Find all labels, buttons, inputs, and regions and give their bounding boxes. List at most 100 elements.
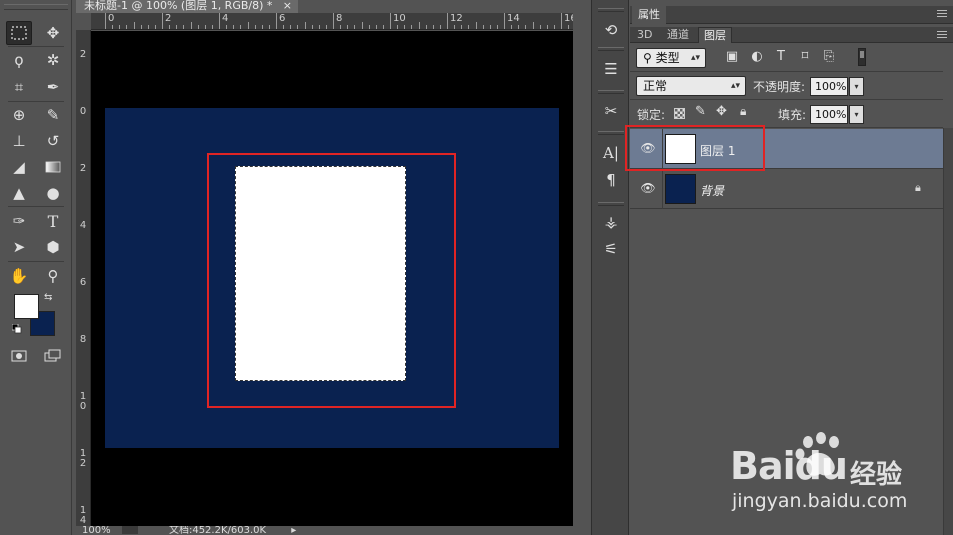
filter-type-layers-icon[interactable]: T (773, 50, 789, 64)
search-icon: ⚲ (643, 51, 652, 65)
panel-icon-dock: ⟲ ☰ ✂ A| ¶ ⚶ ⚟ (591, 0, 629, 535)
ruler-minor-tick (197, 25, 199, 29)
crop-icon: ⌗ (14, 78, 24, 96)
close-tab-icon[interactable]: × (283, 0, 292, 12)
opacity-input[interactable]: 100% (810, 77, 848, 96)
status-menu-arrow-icon[interactable]: ▸ (291, 526, 296, 535)
ruler-minor-tick (375, 25, 377, 29)
magic-wand-tool[interactable]: ✲ (40, 48, 66, 72)
dodge-tool[interactable]: ● (40, 181, 66, 205)
ruler-left-label: 6 (79, 277, 87, 288)
filter-shape-layers-icon[interactable]: ⌑ (797, 50, 813, 64)
zoom-level[interactable]: 100% (82, 526, 111, 535)
ruler-top-label: 2 (165, 13, 172, 24)
swap-colors-icon[interactable]: ⇆ (44, 292, 52, 303)
filter-smart-objects-icon[interactable]: ⎘ (821, 50, 837, 64)
rectangular-marquee-tool[interactable] (6, 21, 32, 45)
ruler-minor-tick (119, 25, 121, 29)
scissors-icon: ✂ (604, 102, 618, 120)
tab-channels[interactable]: 通道 (662, 27, 694, 43)
lock-image-pixels-icon[interactable]: ✎ (695, 104, 706, 119)
pen-tool[interactable]: ✑ (6, 209, 32, 233)
ruler-minor-tick (169, 25, 171, 29)
eraser-tool[interactable]: ◢ (6, 155, 32, 179)
paragraph-panel-button[interactable]: ¶ (600, 169, 622, 191)
layer-filter-value: 类型 (655, 51, 680, 65)
blur-tool[interactable]: ▲ (6, 181, 32, 205)
fill-label: 填充: (778, 108, 807, 122)
crop-tool[interactable]: ⌗ (6, 75, 32, 99)
move-tool[interactable]: ✥ (40, 21, 66, 45)
lasso-tool[interactable]: ϙ (6, 48, 32, 72)
ruler-minor-tick (133, 22, 135, 29)
lock-icon: 🔒︎ (915, 181, 921, 194)
screen-mode-button[interactable] (40, 344, 66, 368)
filter-toggle-switch[interactable] (858, 48, 866, 66)
ruler-top-label: 0 (108, 13, 115, 24)
vertical-ruler: 2 0 2 4 6 8 1 0 1 2 1 4 (76, 30, 91, 530)
ruler-minor-tick (546, 25, 548, 29)
layer-row-background[interactable]: 👁︎ 背景 🔒︎ (630, 169, 943, 209)
brush-panel-button[interactable]: ⚟ (600, 238, 622, 260)
ruler-left-label: 1 0 (79, 391, 87, 412)
lock-transparent-pixels-icon[interactable] (674, 108, 685, 119)
ruler-minor-tick (354, 25, 356, 29)
healing-brush-tool[interactable]: ⊕ (6, 103, 32, 127)
zoom-tool[interactable]: ⚲ (40, 264, 66, 288)
brush-presets-panel-button[interactable]: ⚶ (600, 211, 622, 233)
document-tab[interactable]: 未标题-1 @ 100% (图层 1, RGB/8) * × (76, 0, 298, 13)
type-tool[interactable]: T (40, 209, 66, 233)
fill-dropdown-arrow-icon[interactable]: ▾ (849, 105, 864, 124)
ruler-minor-tick (233, 25, 235, 29)
properties-menu-icon[interactable] (937, 10, 947, 17)
tab-properties[interactable]: 属性 (632, 6, 666, 24)
watermark-brand: Baidu (730, 444, 848, 488)
tool-presets-panel-button[interactable]: ✂ (600, 100, 622, 122)
ruler-minor-tick (482, 25, 484, 29)
background-layer-name[interactable]: 背景 (700, 182, 724, 199)
filter-pixel-layers-icon[interactable]: ▣ (724, 50, 740, 64)
path-selection-tool[interactable]: ➤ (6, 235, 32, 259)
history-brush-tool[interactable]: ↺ (40, 129, 66, 153)
filter-adjustment-layers-icon[interactable]: ◐ (749, 50, 765, 64)
shape-tool[interactable]: ⬢ (40, 235, 66, 259)
clone-stamp-tool[interactable]: ⊥ (6, 129, 32, 153)
ruler-minor-tick (226, 25, 228, 29)
character-panel-button[interactable]: A| (600, 142, 622, 164)
brush-tool[interactable]: ✎ (40, 103, 66, 127)
opacity-dropdown-arrow-icon[interactable]: ▾ (849, 77, 864, 96)
tools-panel-grip[interactable] (4, 4, 68, 10)
gradient-tool[interactable] (40, 155, 66, 179)
baidu-jingyan-watermark: Baidu 经验 jingyan.baidu.com (730, 432, 935, 512)
marquee-icon (11, 26, 27, 40)
status-bar: 100% 文档:452.2K/603.0K ▸ (76, 526, 573, 535)
foreground-color-swatch[interactable] (14, 294, 39, 319)
tab-3d[interactable]: 3D (632, 27, 657, 43)
default-colors-icon[interactable] (11, 323, 22, 334)
fill-input[interactable]: 100% (810, 105, 848, 124)
ruler-minor-tick (318, 25, 320, 29)
lock-position-icon[interactable]: ✥ (716, 104, 727, 119)
layers-panel-scrollbar[interactable] (943, 128, 953, 535)
ruler-top-label: 10 (393, 13, 406, 24)
ruler-minor-tick (347, 25, 349, 29)
ruler-minor-tick (461, 25, 463, 29)
eyedropper-tool[interactable]: ✒ (40, 75, 66, 99)
blend-mode-dropdown[interactable]: 正常 ▴▾ (636, 76, 746, 96)
document-size: 文档:452.2K/603.0K (168, 526, 267, 535)
lock-label: 锁定: (637, 108, 666, 122)
hand-tool[interactable]: ✋ (6, 264, 32, 288)
watermark-brand-cn: 经验 (850, 460, 903, 490)
history-panel-button[interactable]: ⟲ (600, 19, 622, 41)
tab-layers[interactable]: 图层 (698, 27, 732, 43)
ruler-minor-tick (382, 25, 384, 29)
eye-icon[interactable]: 👁︎ (640, 181, 656, 195)
lock-all-icon[interactable]: 🔒︎ (740, 104, 746, 119)
layer-filter-dropdown[interactable]: ⚲ 类型 ▴▾ (636, 48, 706, 68)
layers-menu-icon[interactable] (937, 31, 947, 38)
ruler-minor-tick (568, 25, 570, 29)
quick-mask-button[interactable] (6, 344, 32, 368)
actions-panel-button[interactable]: ☰ (600, 58, 622, 80)
brush-settings-icon: ⚟ (604, 240, 618, 258)
panel-gap (573, 0, 591, 535)
